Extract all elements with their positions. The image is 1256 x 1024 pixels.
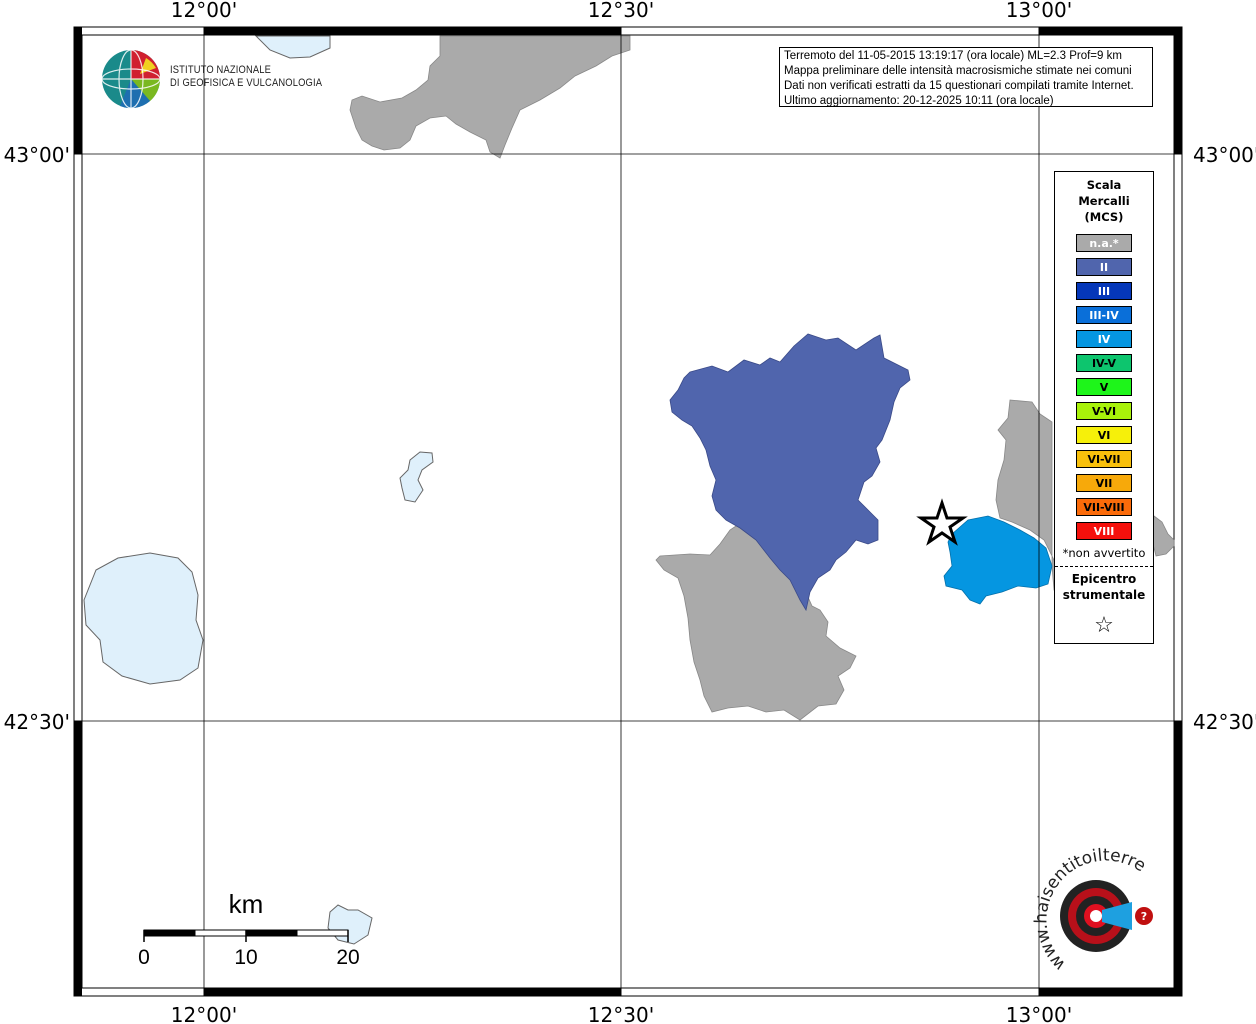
lon-label-top-3: 13°00' bbox=[1006, 0, 1072, 22]
legend-item: VIII bbox=[1076, 522, 1132, 540]
ingv-name-line2: DI GEOFISICA E VULCANOLOGIA bbox=[170, 77, 323, 89]
scale-tick-0: 0 bbox=[138, 946, 150, 969]
legend-item: IV bbox=[1076, 330, 1132, 348]
legend-epicenter-line1: Epicentro bbox=[1071, 572, 1137, 586]
svg-text:?: ? bbox=[1141, 910, 1147, 923]
legend-title-line1: Scala bbox=[1086, 178, 1122, 192]
legend-item: V-VI bbox=[1076, 402, 1132, 420]
ingv-logo: ISTITUTO NAZIONALE DI GEOFISICA E VULCAN… bbox=[100, 48, 340, 110]
legend-item: VI-VII bbox=[1076, 450, 1132, 468]
legend-title-line3: (MCS) bbox=[1084, 210, 1124, 224]
municipality-not-available-north bbox=[349, 35, 631, 159]
legend-item: III-IV bbox=[1076, 306, 1132, 324]
scale-tick-20: 20 bbox=[336, 946, 359, 969]
legend-items: n.a.* II III III-IV IV IV-V V V-VI VI VI-VII VII VI… bbox=[1055, 234, 1153, 540]
municipalities bbox=[349, 35, 1175, 721]
legend-item: III bbox=[1076, 282, 1132, 300]
legend-star-icon: ☆ bbox=[1094, 613, 1114, 638]
municipality-not-available-east-edge bbox=[1151, 515, 1175, 557]
lon-label-bottom-2: 12°30' bbox=[588, 1003, 654, 1024]
lake-bolsena bbox=[83, 552, 204, 685]
legend-item: V bbox=[1076, 378, 1132, 396]
ingv-name-line1: ISTITUTO NAZIONALE bbox=[170, 64, 272, 76]
hsit-logo: ? www.haisentitoilterremoto.it bbox=[1031, 846, 1153, 974]
legend-item: n.a.* bbox=[1076, 234, 1132, 252]
legend-title-line2: Mercalli bbox=[1078, 194, 1130, 208]
legend-item: VI bbox=[1076, 426, 1132, 444]
lake-bracciano bbox=[327, 904, 373, 945]
legend-epicenter-label: Epicentro strumentale bbox=[1055, 571, 1153, 603]
lon-label-top-2: 12°30' bbox=[588, 0, 654, 22]
lat-label-left-2: 42°30' bbox=[4, 710, 70, 734]
legend-title: Scala Mercalli (MCS) bbox=[1055, 177, 1153, 225]
scale-tick-10: 10 bbox=[234, 946, 257, 969]
lake-vico bbox=[399, 451, 434, 503]
lon-label-top-1: 12°00' bbox=[171, 0, 237, 22]
lat-label-right-1: 43°00' bbox=[1193, 143, 1256, 167]
legend-item: VII-VIII bbox=[1076, 498, 1132, 516]
legend-item: VII bbox=[1076, 474, 1132, 492]
lon-label-bottom-3: 13°00' bbox=[1006, 1003, 1072, 1024]
scale-bar: km 0 10 20 bbox=[138, 889, 360, 969]
event-info-line3: Dati non verificati estratti da 15 quest… bbox=[784, 80, 1134, 92]
lat-label-right-2: 42°30' bbox=[1193, 710, 1256, 734]
event-info-box: Terremoto del 11-05-2015 13:19:17 (ora l… bbox=[779, 47, 1153, 107]
event-info-line4: Ultimo aggiornamento: 20-12-2025 10:11 (… bbox=[784, 95, 1054, 107]
legend-note: *non avvertito bbox=[1062, 546, 1146, 560]
scale-unit: km bbox=[229, 889, 264, 919]
legend-separator bbox=[1055, 566, 1153, 567]
event-info-line2: Mappa preliminare delle intensità macros… bbox=[784, 65, 1132, 77]
event-info-line1: Terremoto del 11-05-2015 13:19:17 (ora l… bbox=[784, 50, 1122, 62]
water-bodies bbox=[83, 35, 434, 945]
lat-label-left-1: 43°00' bbox=[4, 143, 70, 167]
globe-icon bbox=[101, 49, 161, 109]
legend-item: II bbox=[1076, 258, 1132, 276]
lon-label-bottom-1: 12°00' bbox=[171, 1003, 237, 1024]
legend-epicenter-line2: strumentale bbox=[1062, 588, 1146, 602]
intensity-legend: Scala Mercalli (MCS) n.a.* II III III-IV IV I… bbox=[1054, 171, 1154, 644]
legend-item: IV-V bbox=[1076, 354, 1132, 372]
